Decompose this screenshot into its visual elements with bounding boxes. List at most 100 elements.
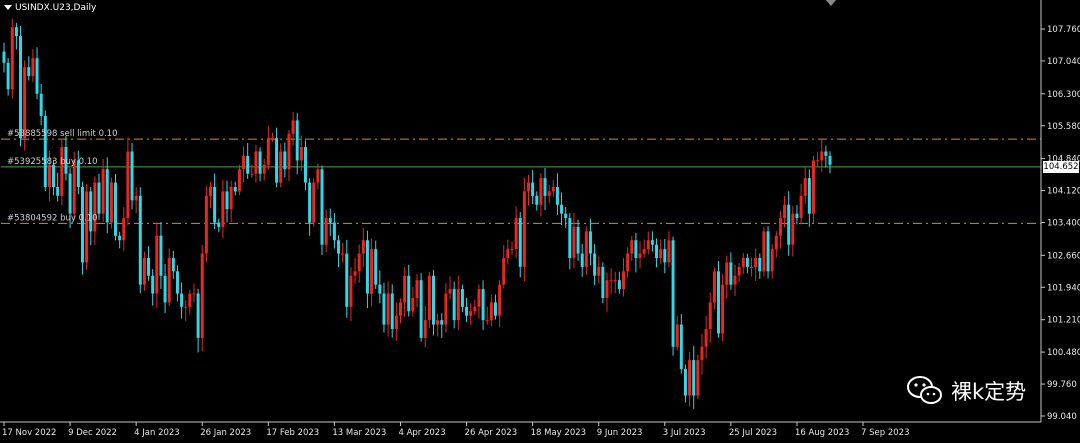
x-tick-label: 26 Jan 2023 [200,428,251,438]
candle-body [729,262,733,285]
candle-body [328,218,332,223]
candle-body [816,160,820,162]
candle-body [626,253,630,272]
candle-body [824,151,828,156]
candle-body [692,360,696,396]
candle-body [440,320,444,325]
y-tick-label: 101.210 [1047,316,1080,326]
candle-body [151,275,155,294]
candle-body [778,218,782,236]
candle-body [481,289,485,321]
candle [60,138,64,206]
x-tick-label: 3 Jul 2023 [663,428,706,438]
candle-body [403,275,407,303]
candle-body [638,253,642,259]
candle-body [390,293,394,330]
candle-body [642,249,646,254]
candle-body [712,271,716,303]
candle-body [279,151,283,183]
candle-body [783,204,787,219]
candle-body [564,213,568,219]
candle-body [597,266,601,276]
candle-body [588,231,592,254]
candle-body [97,182,101,214]
candle-body [155,235,159,294]
candle-body [167,258,171,303]
candle-body [700,346,704,361]
candle-body [683,368,687,396]
candle-body [688,360,692,396]
candle-body [93,182,97,232]
x-tick-label: 16 Aug 2023 [795,428,849,438]
candle-body [427,275,431,321]
candle-body [506,249,510,259]
candle-body [374,249,378,285]
candle-body [101,169,105,214]
candle-body [609,280,613,282]
candle-body [820,151,824,161]
candle-body [498,284,502,316]
candle-body [411,297,415,312]
order-label-0: #53885598 sell limit 0.10 [7,129,118,139]
candle-body [419,280,423,338]
candle-body [175,271,179,294]
candle-body [262,164,266,174]
y-tick-label: 103.400 [1047,219,1080,229]
scroll-marker-icon[interactable] [826,0,836,6]
menu-triangle-icon[interactable] [4,5,12,10]
candle-body [630,240,634,254]
candle-body [105,169,109,223]
candle-body [85,191,89,263]
x-tick-label: 17 Nov 2022 [2,428,56,438]
x-tick-label: 9 Jun 2023 [597,428,643,438]
candle-body [283,151,287,170]
candle-body [68,173,72,214]
candle-body [80,186,84,263]
candle-body [787,204,791,245]
candle-body [394,315,398,330]
candle [522,178,526,281]
y-tick-label: 99.040 [1047,412,1077,422]
candle-body [299,147,303,161]
candle-body [31,58,35,77]
candle-body [192,293,196,295]
candle-body [745,258,749,267]
candle-body [469,311,473,316]
candle-body [2,51,6,63]
candle-body [357,253,361,272]
candle-body [795,213,799,219]
candle-body [716,271,720,334]
candle-body [303,147,307,183]
candle [320,165,324,255]
candle-body [180,293,184,307]
candle-body [704,329,708,347]
y-tick-label: 101.940 [1047,283,1080,293]
order-label-2: #53804592 buy 0.10 [7,213,98,223]
candle-body [370,249,374,294]
candle-body [134,195,138,201]
y-tick-label: 107.760 [1047,25,1080,35]
candle-body [217,222,221,227]
candle-body [473,306,477,312]
candle-body [47,164,51,187]
candle-body [308,182,312,223]
candle-body [295,120,299,161]
candle-body [72,160,76,214]
candle-body [142,258,146,285]
candle-body [584,231,588,267]
candle-body [465,306,469,316]
candle [10,18,14,99]
candle-body [266,138,270,165]
candle-body [807,178,811,214]
candle-body [770,249,774,272]
candle [130,143,134,210]
candle-body [349,275,353,307]
candle-body [320,169,324,245]
candle [114,174,118,241]
candle-body [733,275,737,285]
candle-body [572,226,576,259]
candle-body [196,293,200,338]
x-tick-label: 7 Sep 2023 [861,428,909,438]
candle-body [14,27,18,37]
candle-body [551,186,555,192]
